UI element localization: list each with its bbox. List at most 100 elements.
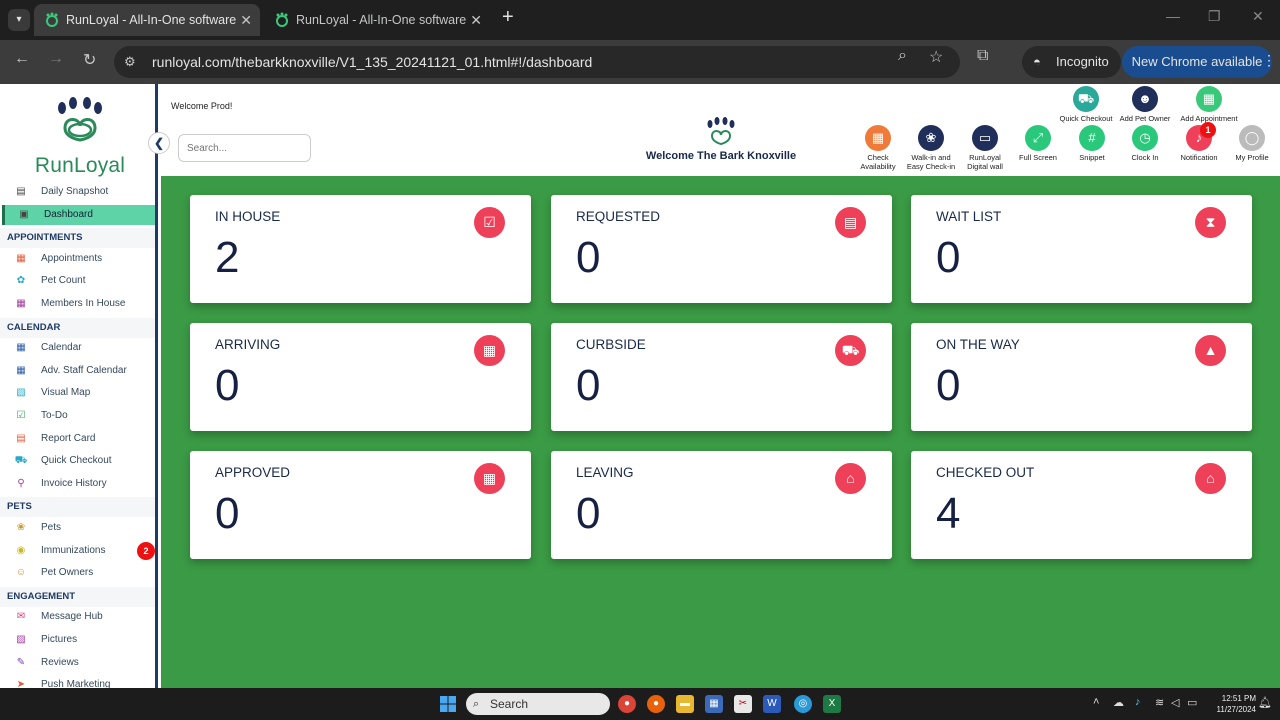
forward-icon[interactable]: → (48, 50, 64, 68)
sidebar-item-reviews[interactable]: ✎ Reviews (2, 653, 155, 673)
site-info-icon[interactable]: ⚙ (124, 54, 136, 70)
os-taskbar: ⌕ Search ● ● ▬ ▦ ✂ W ◎ X ˄ ☁ ♪ ≋ ◁ ▭ 12:… (0, 688, 1280, 720)
my-profile-button[interactable]: ◯ My Profile (1217, 125, 1280, 162)
add-pet-owner-label: Add Pet Owner (1119, 114, 1171, 123)
collapse-sidebar-button[interactable]: ❮ (148, 132, 170, 154)
snipping-tool-icon[interactable]: ✂ (734, 695, 752, 713)
browser-app-icon[interactable]: ◎ (794, 695, 812, 713)
stat-card-value: 2 (215, 233, 240, 282)
stat-card-leaving[interactable]: LEAVING 0 ⌂ (551, 451, 892, 559)
sidebar-item-invoice-history[interactable]: ⚲ Invoice History (2, 474, 155, 494)
sidebar-item-members-in-house[interactable]: ▦ Members In House (2, 294, 155, 314)
add-pet-owner-button[interactable]: ☻ Add Pet Owner (1110, 86, 1180, 123)
tab-search-button[interactable]: ▾ (8, 9, 30, 31)
battery-icon[interactable]: ▭ (1187, 696, 1197, 709)
back-icon[interactable]: ← (14, 50, 30, 68)
runloyal-favicon (276, 12, 288, 27)
sidebar-item-visual-map[interactable]: ▧ Visual Map (2, 383, 155, 403)
sidebar-item-daily-snapshot[interactable]: ▤ Daily Snapshot (2, 182, 155, 202)
sidebar-item-quick-checkout[interactable]: ⛟ Quick Checkout (2, 451, 155, 471)
stat-card-wait-list[interactable]: WAIT LIST 0 ⧗ (911, 195, 1252, 303)
stat-card-arriving[interactable]: ARRIVING 0 ▦ (190, 323, 531, 431)
members-icon: ▦ (16, 298, 26, 309)
profile-icon: ◯ (1239, 125, 1265, 151)
url-text: runloyal.com/thebarkknoxville/V1_135_202… (152, 54, 593, 70)
sidebar-item-message-hub[interactable]: ✉ Message Hub (2, 607, 155, 627)
browser-toolbar: ← → ↻ ⚙ runloyal.com/thebarkknoxville/V1… (0, 40, 1280, 84)
sidebar-item-label: Reviews (41, 656, 79, 668)
reload-icon[interactable]: ↻ (83, 50, 96, 70)
tab-title: RunLoyal - All-In-One software (296, 13, 467, 27)
wifi-icon[interactable]: ≋ (1155, 696, 1164, 709)
close-window-icon[interactable]: ✕ (1252, 8, 1264, 25)
stat-card-approved[interactable]: APPROVED 0 ▦ (190, 451, 531, 559)
reviews-icon: ✎ (16, 656, 26, 668)
firefox-app-icon[interactable]: ● (647, 695, 665, 713)
file-explorer-icon[interactable]: ▬ (676, 695, 694, 713)
calendar-check-icon: ▦ (474, 463, 505, 494)
sidebar-item-pet-count[interactable]: ✿ Pet Count (2, 271, 155, 291)
car-icon: ⛟ (835, 335, 866, 366)
sidebar-item-appointments[interactable]: ▦ Appointments (2, 249, 155, 269)
add-appointment-button[interactable]: ▦ Add Appointment (1174, 86, 1244, 123)
home-icon: ⌂ (835, 463, 866, 494)
microphone-icon[interactable]: ♪ (1135, 696, 1141, 708)
brand-name: RunLoyal (34, 154, 126, 177)
incognito-label: Incognito (1056, 54, 1109, 69)
notifications-bell-icon[interactable]: 🔔︎ (1258, 696, 1272, 709)
immunizations-count-badge: 2 (137, 541, 155, 560)
browser-menu-icon[interactable]: ⋮ (1262, 52, 1276, 69)
clock-icon: ◷ (1132, 125, 1158, 151)
runloyal-logo-mark (58, 97, 102, 142)
sidebar-item-pets[interactable]: ❀ Pets (2, 518, 155, 538)
bookmark-star-icon[interactable]: ☆ (929, 47, 943, 67)
sidebar-item-label: To-Do (41, 410, 68, 421)
request-icon: ▤ (835, 207, 866, 238)
windows-start-icon[interactable] (440, 696, 456, 712)
taskbar-clock[interactable]: 12:51 PM 11/27/2024 (1206, 693, 1256, 715)
sidebar-item-adv-staff-calendar[interactable]: ▦ Adv. Staff Calendar (2, 361, 155, 381)
stat-card-curbside[interactable]: CURBSIDE 0 ⛟ (551, 323, 892, 431)
stat-card-requested[interactable]: REQUESTED 0 ▤ (551, 195, 892, 303)
incognito-indicator[interactable]: ◓ Incognito (1022, 46, 1121, 78)
stat-card-on-the-way[interactable]: ON THE WAY 0 ▲ (911, 323, 1252, 431)
sidebar-item-calendar[interactable]: ▦ Calendar (2, 338, 155, 358)
sidebar-item-dashboard[interactable]: ▣ Dashboard (2, 204, 155, 225)
new-chrome-available-button[interactable]: New Chrome available (1122, 46, 1272, 78)
close-tab-icon[interactable]: ✕ (470, 4, 482, 36)
sidebar-item-pet-owners[interactable]: ☺ Pet Owners (2, 563, 155, 583)
browser-tab[interactable]: RunLoyal - All-In-One software ✕ (264, 4, 490, 36)
taskbar-search[interactable]: ⌕ Search (466, 693, 610, 715)
zoom-icon[interactable]: ⌕ (898, 47, 907, 65)
sidebar-item-pictures[interactable]: ▨ Pictures (2, 630, 155, 650)
browser-tab-active[interactable]: RunLoyal - All-In-One software ✕ (34, 4, 260, 36)
sidebar-item-push-marketing[interactable]: ➤ Push Marketing (2, 675, 155, 688)
sidebar-item-report-card[interactable]: ▤ Report Card (2, 429, 155, 449)
stat-card-label: ARRIVING (215, 337, 281, 352)
excel-app-icon[interactable]: X (823, 695, 841, 713)
word-app-icon[interactable]: W (763, 695, 781, 713)
maximize-icon[interactable]: ❐ (1208, 8, 1221, 25)
chrome-app-icon[interactable]: ● (618, 695, 636, 713)
minimize-icon[interactable]: — (1166, 8, 1180, 24)
stat-card-checked-out[interactable]: CHECKED OUT 4 ⌂ (911, 451, 1252, 559)
search-icon: ⌕ (473, 698, 480, 710)
welcome-business-text: Welcome The Bark Knoxville (645, 150, 797, 162)
close-tab-icon[interactable]: ✕ (240, 4, 252, 36)
search-input[interactable] (178, 134, 311, 162)
new-tab-icon[interactable]: + (502, 6, 514, 29)
extensions-icon[interactable]: ⧉ (977, 47, 988, 65)
clock-date: 11/27/2024 (1216, 705, 1256, 714)
stat-card-label: LEAVING (576, 465, 634, 480)
sidebar-item-immunizations[interactable]: ◉ Immunizations (2, 541, 155, 561)
runloyal-logo: RunLoyal (25, 94, 135, 177)
weather-icon[interactable]: ☁ (1113, 696, 1124, 709)
sidebar-item-label: Pictures (41, 634, 78, 645)
tray-overflow-icon[interactable]: ˄ (1093, 696, 1099, 708)
calculator-app-icon[interactable]: ▦ (705, 695, 723, 713)
stat-card-in-house[interactable]: IN HOUSE 2 ☑ (190, 195, 531, 303)
volume-icon[interactable]: ◁ (1171, 696, 1179, 709)
address-bar[interactable]: ⚙ runloyal.com/thebarkknoxville/V1_135_2… (114, 46, 960, 78)
todo-icon: ☑ (16, 410, 26, 421)
sidebar-item-to-do[interactable]: ☑ To-Do (2, 406, 155, 426)
